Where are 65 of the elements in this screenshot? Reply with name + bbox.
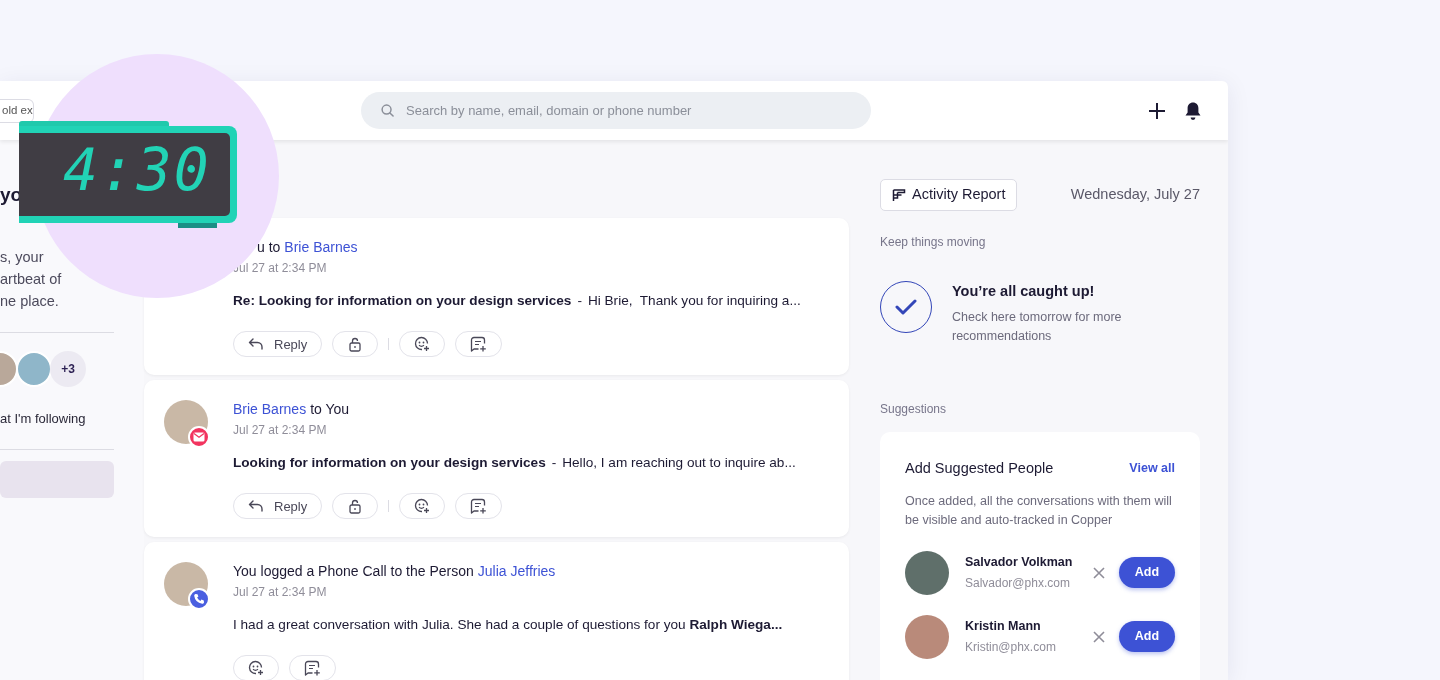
activity-title: You logged a Phone Call to the Person	[233, 562, 474, 580]
separator-dash: -	[577, 292, 582, 310]
activity-time: Jul 27 at 2:34 PM	[233, 584, 328, 601]
add-button[interactable]: Add	[1119, 557, 1175, 588]
lock-icon	[349, 336, 362, 352]
activity-time: Jul 27 at 2:34 PM	[233, 422, 328, 439]
date-label: Wednesday, July 27	[1070, 185, 1200, 205]
emoji-button[interactable]	[233, 655, 279, 680]
search-icon	[381, 104, 394, 117]
person-name: Kristin Mann	[965, 618, 1042, 636]
close-icon	[1093, 567, 1105, 580]
smiley-plus-icon	[414, 498, 431, 515]
person-name: Salvador Volkman	[965, 554, 1074, 572]
person-link[interactable]: Brie Barnes	[284, 238, 358, 256]
caught-up-title: You’re all caught up!	[952, 282, 1096, 301]
emoji-button[interactable]	[399, 493, 446, 520]
chat-plus-icon	[470, 336, 488, 353]
lock-button[interactable]	[332, 331, 379, 358]
activity-report-button[interactable]: Activity Report	[880, 179, 1018, 211]
email-preview: Hello, I am reaching out to inquire ab...	[562, 454, 796, 472]
smiley-plus-icon	[248, 660, 264, 677]
plus-icon[interactable]	[1148, 101, 1166, 120]
sidebar-description: s, your artbeat of ne place.	[0, 248, 63, 311]
person-email: Salvador@phx.com	[965, 574, 1071, 592]
email-subject: Re: Looking for information on your design services	[233, 292, 572, 310]
chat-plus-icon	[304, 660, 321, 677]
view-all-link[interactable]: View all	[1129, 459, 1175, 478]
avatar-photo	[905, 614, 949, 659]
section-label: Suggestions	[880, 400, 948, 418]
more-avatars-count[interactable]: +3	[50, 351, 86, 387]
card-title: Add Suggested People	[905, 458, 1054, 478]
email-subject: Looking for information on your design services	[233, 454, 546, 472]
reply-arrow-icon	[248, 337, 264, 352]
note-button[interactable]	[289, 655, 336, 680]
note-button[interactable]	[455, 493, 503, 520]
section-label: Keep things moving	[880, 234, 987, 251]
reply-arrow-icon	[248, 499, 264, 514]
activity-title: to You	[310, 400, 350, 418]
smiley-plus-icon	[414, 336, 431, 353]
report-icon	[892, 188, 906, 202]
lock-button[interactable]	[332, 493, 379, 520]
phone-icon	[188, 588, 210, 610]
notification-bell-icon[interactable]	[1184, 100, 1202, 121]
lock-icon	[349, 498, 362, 514]
person-link[interactable]: Julia Jeffries	[477, 562, 556, 580]
add-button[interactable]: Add	[1119, 621, 1175, 652]
activity-title: u to	[257, 238, 281, 256]
person-email: Kristin@phx.com	[965, 638, 1057, 656]
note-button[interactable]	[455, 331, 503, 358]
caught-up-text: Check here tomorrow for more recommendations	[952, 308, 1123, 345]
envelope-icon	[188, 426, 210, 448]
note-text: I had a great conversation with Julia. She had a couple of questions for you Ralph Wiega...	[233, 616, 784, 634]
emoji-button[interactable]	[399, 331, 446, 358]
avatar-photo	[905, 550, 949, 595]
following-label[interactable]: at I'm following	[0, 409, 144, 429]
search-placeholder: Search by name, email, domain or phone number	[406, 101, 692, 120]
close-icon	[1093, 631, 1105, 644]
person-link[interactable]: Brie Barnes	[233, 400, 307, 418]
reply-button[interactable]: Reply	[233, 493, 323, 520]
card-description: Once added, all the conversations with them will be visible and auto-tracked in Copper	[905, 492, 1173, 529]
reply-button[interactable]: Reply	[233, 331, 323, 358]
chat-plus-icon	[470, 498, 488, 515]
clock-time: 4:30	[63, 135, 211, 205]
separator-dash: -	[551, 454, 557, 472]
email-preview: Hi Brie, Thank you for inquiring a...	[587, 292, 801, 310]
